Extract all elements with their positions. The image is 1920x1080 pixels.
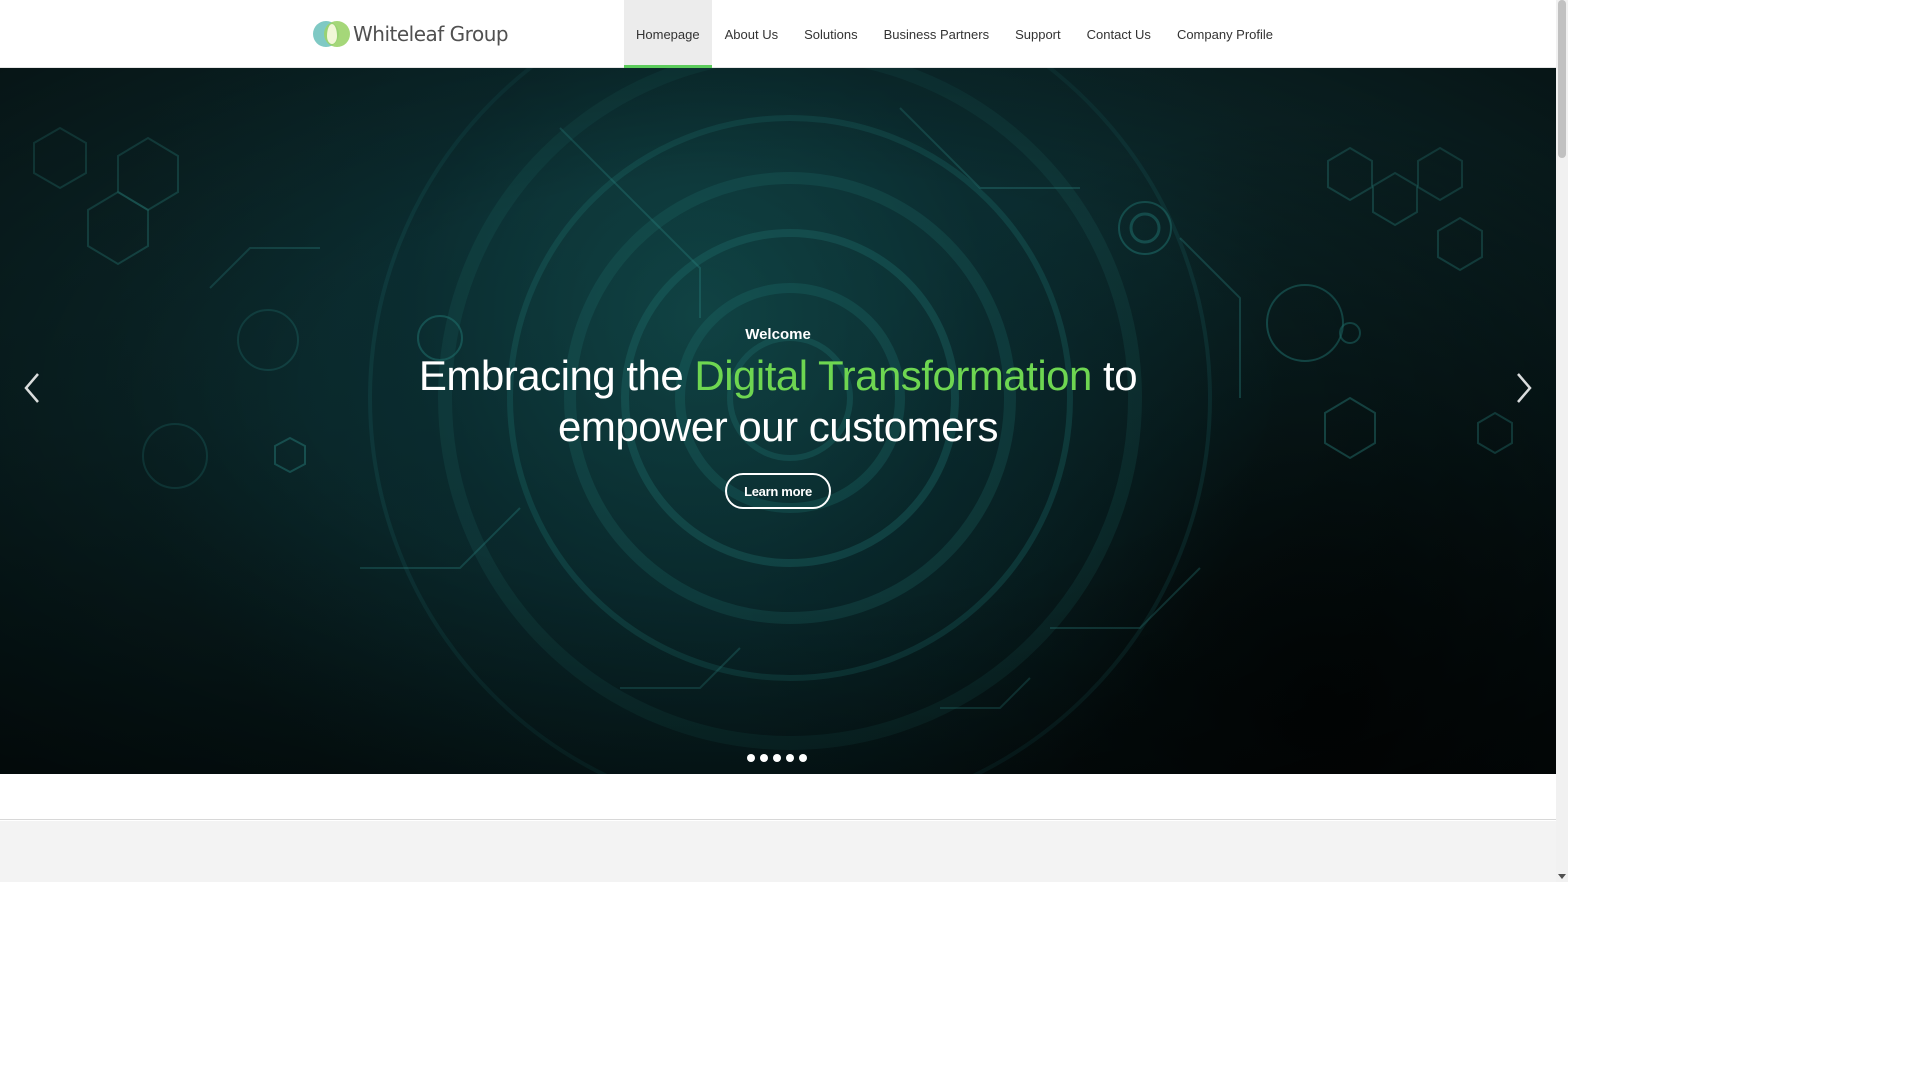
nav-item-homepage[interactable]: Homepage (624, 0, 712, 68)
nav-item-solutions[interactable]: Solutions (791, 0, 870, 68)
main-nav: Homepage About Us Solutions Business Par… (624, 0, 1286, 68)
slider-next-button[interactable] (1508, 368, 1538, 408)
hero-eyebrow: Welcome (745, 326, 811, 343)
hero-slider: Welcome Embracing the Digital Transforma… (0, 68, 1556, 774)
page-scrollbar[interactable] (1556, 0, 1568, 882)
site-header: Whiteleaf Group Homepage About Us Soluti… (0, 0, 1556, 68)
nav-item-business-partners[interactable]: Business Partners (871, 0, 1003, 68)
next-section (0, 821, 1556, 882)
slider-dot[interactable] (747, 754, 755, 762)
leaf-logo-icon (313, 20, 351, 48)
slider-dot[interactable] (799, 754, 807, 762)
headline-text-before: Embracing the (418, 352, 695, 399)
learn-more-button[interactable]: Learn more (725, 473, 831, 509)
content-spacer (0, 774, 1556, 820)
chevron-left-icon (24, 373, 39, 403)
nav-item-company-profile[interactable]: Company Profile (1164, 0, 1286, 68)
slider-prev-button[interactable] (18, 368, 48, 408)
brand-logo[interactable]: Whiteleaf Group (313, 19, 509, 49)
nav-item-contact-us[interactable]: Contact Us (1074, 0, 1164, 68)
slider-dot[interactable] (760, 754, 768, 762)
headline-highlight: Digital Transformation (694, 352, 1092, 399)
slider-dot[interactable] (773, 754, 781, 762)
nav-item-about-us[interactable]: About Us (712, 0, 791, 68)
scrollbar-thumb[interactable] (1558, 0, 1566, 158)
scroll-down-icon[interactable] (1558, 872, 1566, 880)
slider-dot[interactable] (786, 754, 794, 762)
slider-pagination (747, 754, 807, 762)
brand-name: Whiteleaf Group (353, 22, 509, 46)
hero-content: Welcome Embracing the Digital Transforma… (0, 68, 1556, 774)
nav-item-support[interactable]: Support (1002, 0, 1074, 68)
hero-headline: Embracing the Digital Transformation to … (330, 350, 1226, 452)
chevron-right-icon (1517, 373, 1532, 403)
